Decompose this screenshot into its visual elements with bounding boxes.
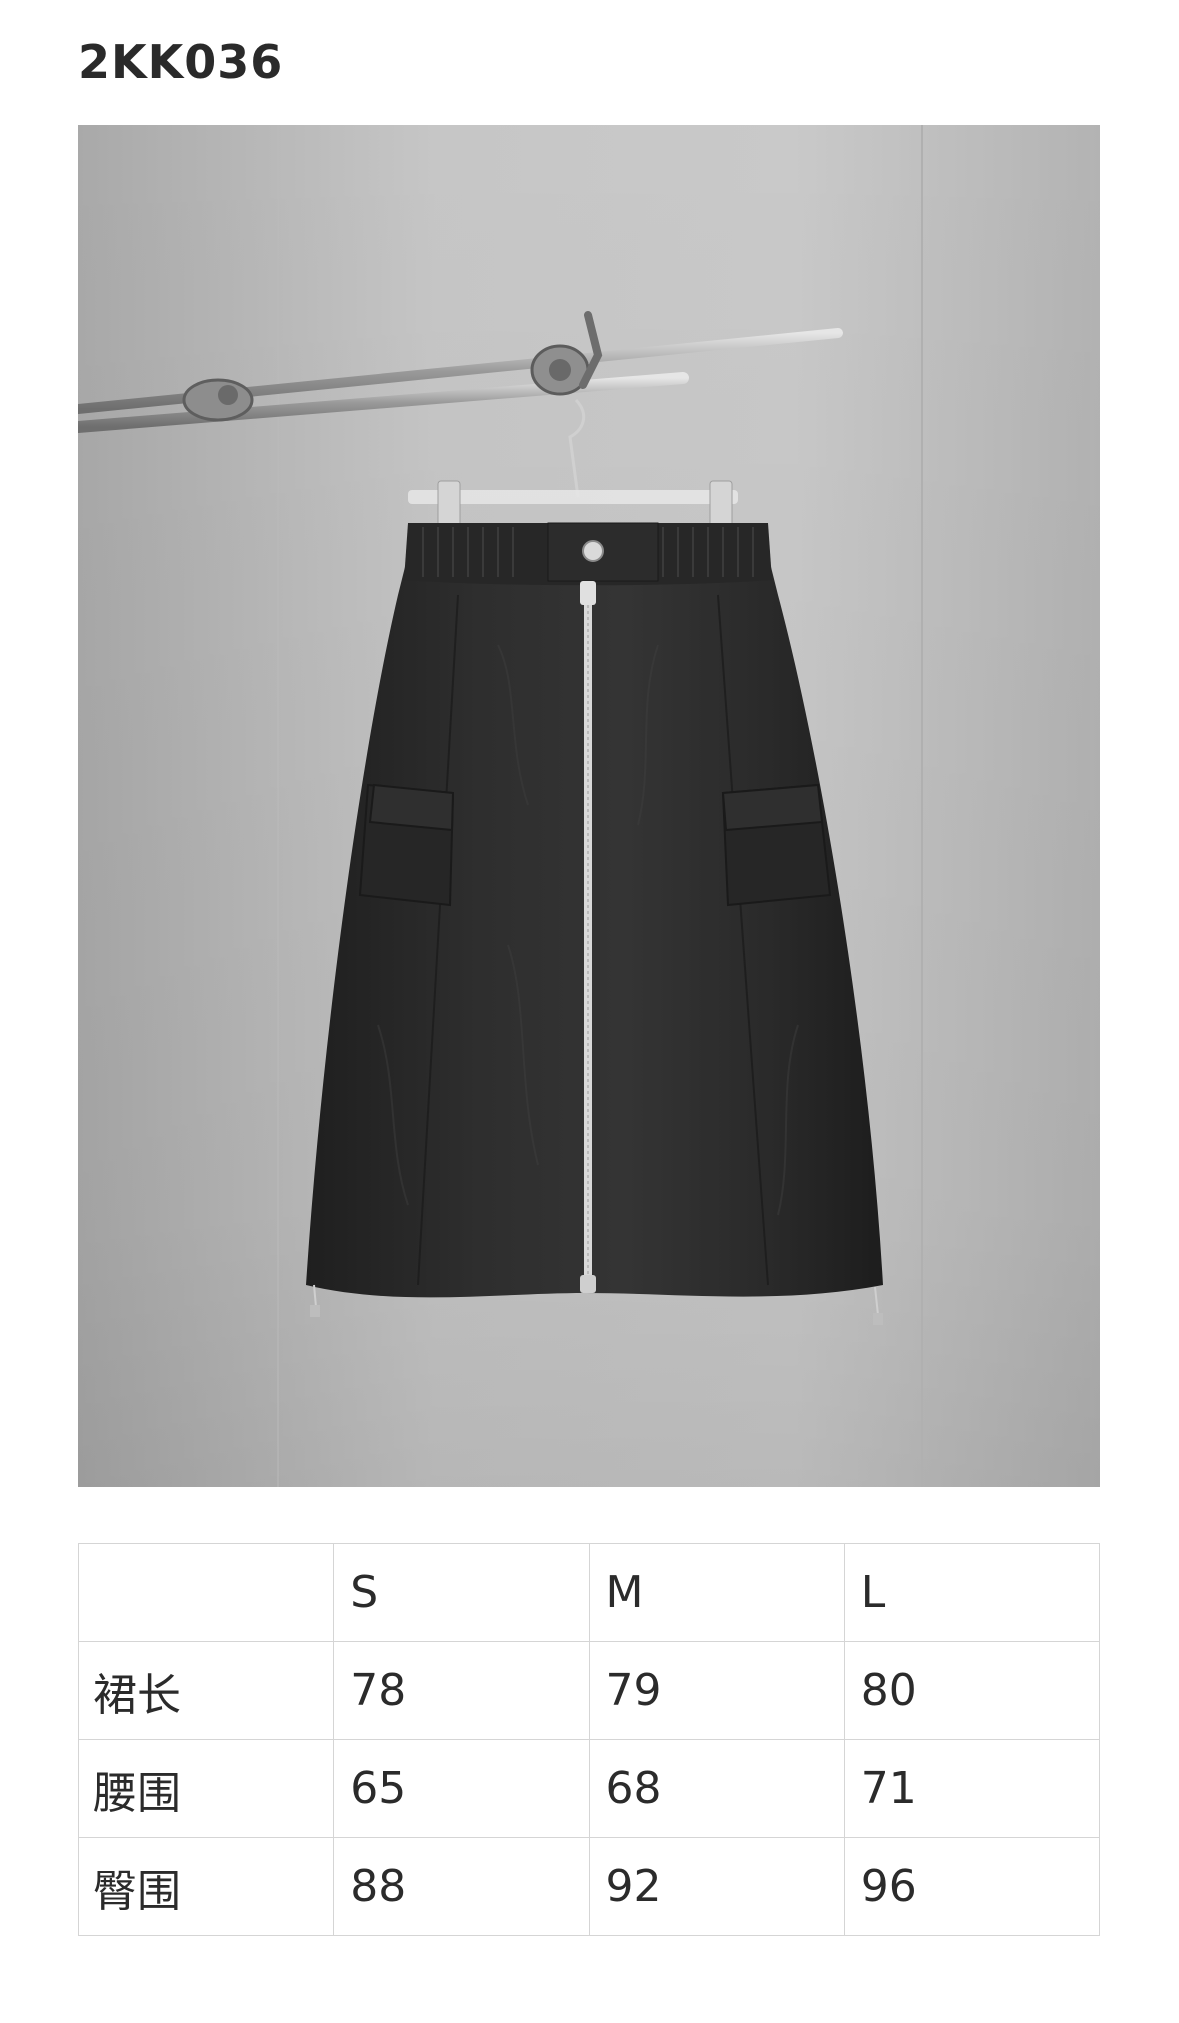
header-cell-s: S xyxy=(333,1543,590,1642)
header-cell-l: L xyxy=(843,1543,1101,1642)
table-cell: 88 xyxy=(333,1837,590,1936)
table-cell: 71 xyxy=(843,1739,1101,1838)
table-cell: 78 xyxy=(333,1641,590,1740)
size-table: S M L 裙长 78 79 80 腰围 65 68 71 臀围 88 92 9… xyxy=(77,1543,1101,1936)
clamp-left xyxy=(182,378,254,422)
table-row: 腰围 65 68 71 xyxy=(77,1739,1101,1838)
row-label: 臀围 xyxy=(77,1837,335,1936)
product-code: 2KK036 xyxy=(78,35,284,89)
table-cell: 92 xyxy=(588,1837,845,1936)
table-cell: 79 xyxy=(588,1641,845,1740)
table-cell: 80 xyxy=(843,1641,1101,1740)
table-row: 臀围 88 92 96 xyxy=(77,1837,1101,1936)
table-header-row: S M L xyxy=(77,1543,1101,1642)
row-label: 裙长 xyxy=(77,1641,335,1740)
table-cell: 65 xyxy=(333,1739,590,1838)
product-photo xyxy=(78,125,1100,1487)
row-label: 腰围 xyxy=(77,1739,335,1838)
header-cell-m: M xyxy=(588,1543,845,1642)
table-row: 裙长 78 79 80 xyxy=(77,1641,1101,1740)
header-cell-empty xyxy=(77,1543,335,1642)
table-cell: 96 xyxy=(843,1837,1101,1936)
table-cell: 68 xyxy=(588,1739,845,1838)
